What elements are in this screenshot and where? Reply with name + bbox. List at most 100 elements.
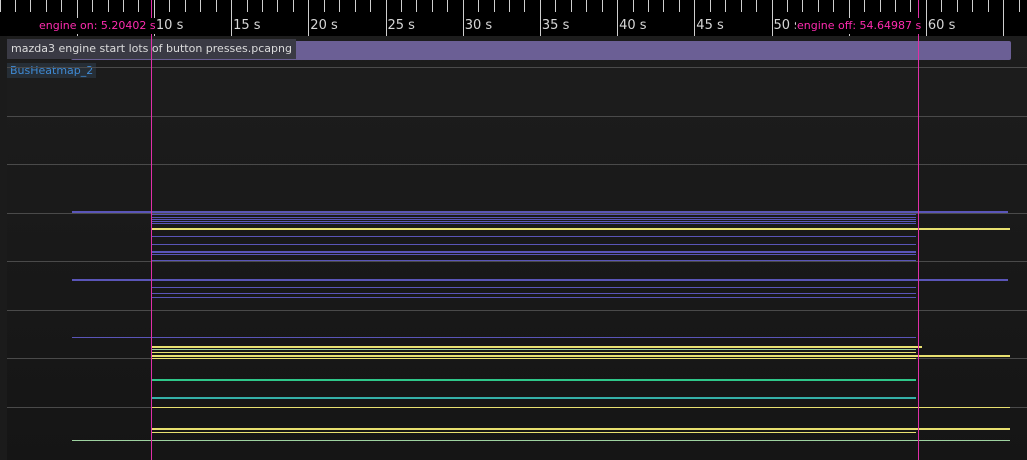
ruler-tick-label: 45 s [696, 18, 724, 33]
ruler-tick-label: 25 s [387, 18, 415, 33]
ruler-minor-tick [92, 0, 94, 12]
ruler-minor-tick [740, 0, 742, 12]
ruler-minor-tick [107, 0, 109, 12]
ruler-minor-tick [0, 0, 1, 12]
signal-trace [152, 293, 916, 294]
ruler-minor-tick [1018, 0, 1020, 12]
ruler-tick-label: 15 s [233, 18, 261, 33]
ruler-minor-tick [817, 0, 819, 12]
signal-trace [152, 221, 916, 222]
ruler-minor-tick [879, 0, 881, 12]
ruler-major-tick [1003, 0, 1005, 36]
ruler-minor-tick [14, 0, 16, 12]
signal-trace [152, 355, 1010, 357]
signal-trace [152, 379, 916, 381]
ruler-minor-tick [647, 0, 649, 12]
ruler-minor-tick [277, 0, 279, 12]
ruler-minor-tick [895, 0, 897, 12]
ruler-minor-tick [586, 0, 588, 12]
ruler-minor-tick [941, 0, 943, 12]
ruler-minor-tick [261, 0, 263, 12]
signal-trace [152, 254, 916, 255]
ruler-minor-tick [678, 0, 680, 12]
bus-heatmap-label[interactable]: BusHeatmap_2 [7, 63, 97, 78]
ruler-minor-tick [292, 0, 294, 12]
signal-trace [72, 279, 1008, 281]
ruler-tick-label: 35 s [541, 18, 570, 33]
ruler-minor-tick [323, 0, 325, 12]
ruler-tick-label: 20 s [310, 18, 338, 33]
signal-trace [152, 428, 1010, 430]
signal-trace [152, 223, 916, 224]
ruler-minor-tick [524, 0, 526, 12]
ruler-minor-tick [864, 0, 866, 12]
ruler-minor-tick [987, 0, 989, 12]
ruler-minor-tick [370, 0, 372, 12]
ruler-tick-label: 30 s [464, 18, 493, 33]
ruler-major-tick [925, 0, 927, 36]
signal-trace [152, 397, 916, 399]
ruler-minor-tick [756, 0, 758, 12]
ruler-minor-tick [709, 0, 711, 12]
ruler-tick-label: 60 s [927, 18, 956, 33]
ruler-minor-tick [400, 0, 402, 12]
signal-trace [152, 287, 916, 288]
ruler-minor-tick [725, 0, 727, 12]
ruler-minor-tick [663, 0, 665, 12]
ruler-minor-tick [555, 0, 557, 12]
signal-trace [152, 244, 916, 245]
ruler-minor-tick [493, 0, 495, 12]
ruler-major-tick [308, 0, 310, 36]
ruler-tick-label: 10 s [155, 18, 184, 33]
signal-trace [152, 346, 922, 348]
ruler-minor-tick [354, 0, 356, 12]
lane-separator [7, 164, 1027, 165]
session-row[interactable]: mazda3 engine start lots of button press… [7, 39, 1027, 61]
signal-trace [72, 337, 916, 338]
ruler-minor-tick [200, 0, 202, 12]
ruler-minor-tick [786, 0, 788, 12]
ruler-minor-tick [184, 0, 186, 12]
signal-trace [152, 214, 916, 215]
ruler-minor-tick [972, 0, 974, 12]
ruler-minor-tick [431, 0, 433, 12]
ruler-minor-tick [570, 0, 572, 12]
ruler-minor-tick [509, 0, 511, 12]
signal-trace [152, 217, 916, 218]
ruler-major-tick [771, 0, 773, 36]
engine-off-cursor[interactable] [918, 0, 919, 460]
signal-trace [72, 211, 1008, 213]
ruler-minor-tick [30, 0, 32, 12]
lane-separator [7, 67, 1027, 68]
lane-separator [7, 310, 1027, 311]
ruler-minor-tick [802, 0, 804, 12]
ruler-minor-tick [632, 0, 634, 12]
signal-trace [152, 219, 916, 220]
ruler-major-tick [385, 0, 387, 36]
lane-separator [7, 261, 1027, 262]
lane-separator [7, 116, 1027, 117]
ruler-minor-tick [339, 0, 341, 12]
ruler-minor-tick [601, 0, 603, 12]
ruler-minor-tick [123, 0, 125, 12]
ruler-major-tick [462, 0, 464, 36]
ruler-minor-tick [416, 0, 418, 12]
ruler-minor-tick [61, 0, 63, 12]
signal-trace [152, 352, 916, 353]
signal-trace [152, 228, 1010, 230]
ruler-minor-tick [447, 0, 449, 12]
signal-trace [152, 260, 916, 261]
ruler-minor-tick [956, 0, 958, 12]
ruler-minor-tick [246, 0, 248, 12]
engine-off-cursor-label: engine off: 54.64987 s [796, 18, 923, 34]
ruler-tick-label: 40 s [619, 18, 647, 33]
ruler-major-tick [617, 0, 619, 36]
ruler-major-tick [539, 0, 541, 36]
signal-trace [72, 440, 1010, 441]
ruler-minor-tick [910, 0, 912, 12]
ruler-major-tick [694, 0, 696, 36]
signal-trace [152, 236, 916, 237]
engine-on-cursor[interactable] [151, 0, 152, 460]
ruler-minor-tick [833, 0, 835, 12]
engine-on-cursor-label: engine on: 5.20402 s [38, 18, 157, 34]
